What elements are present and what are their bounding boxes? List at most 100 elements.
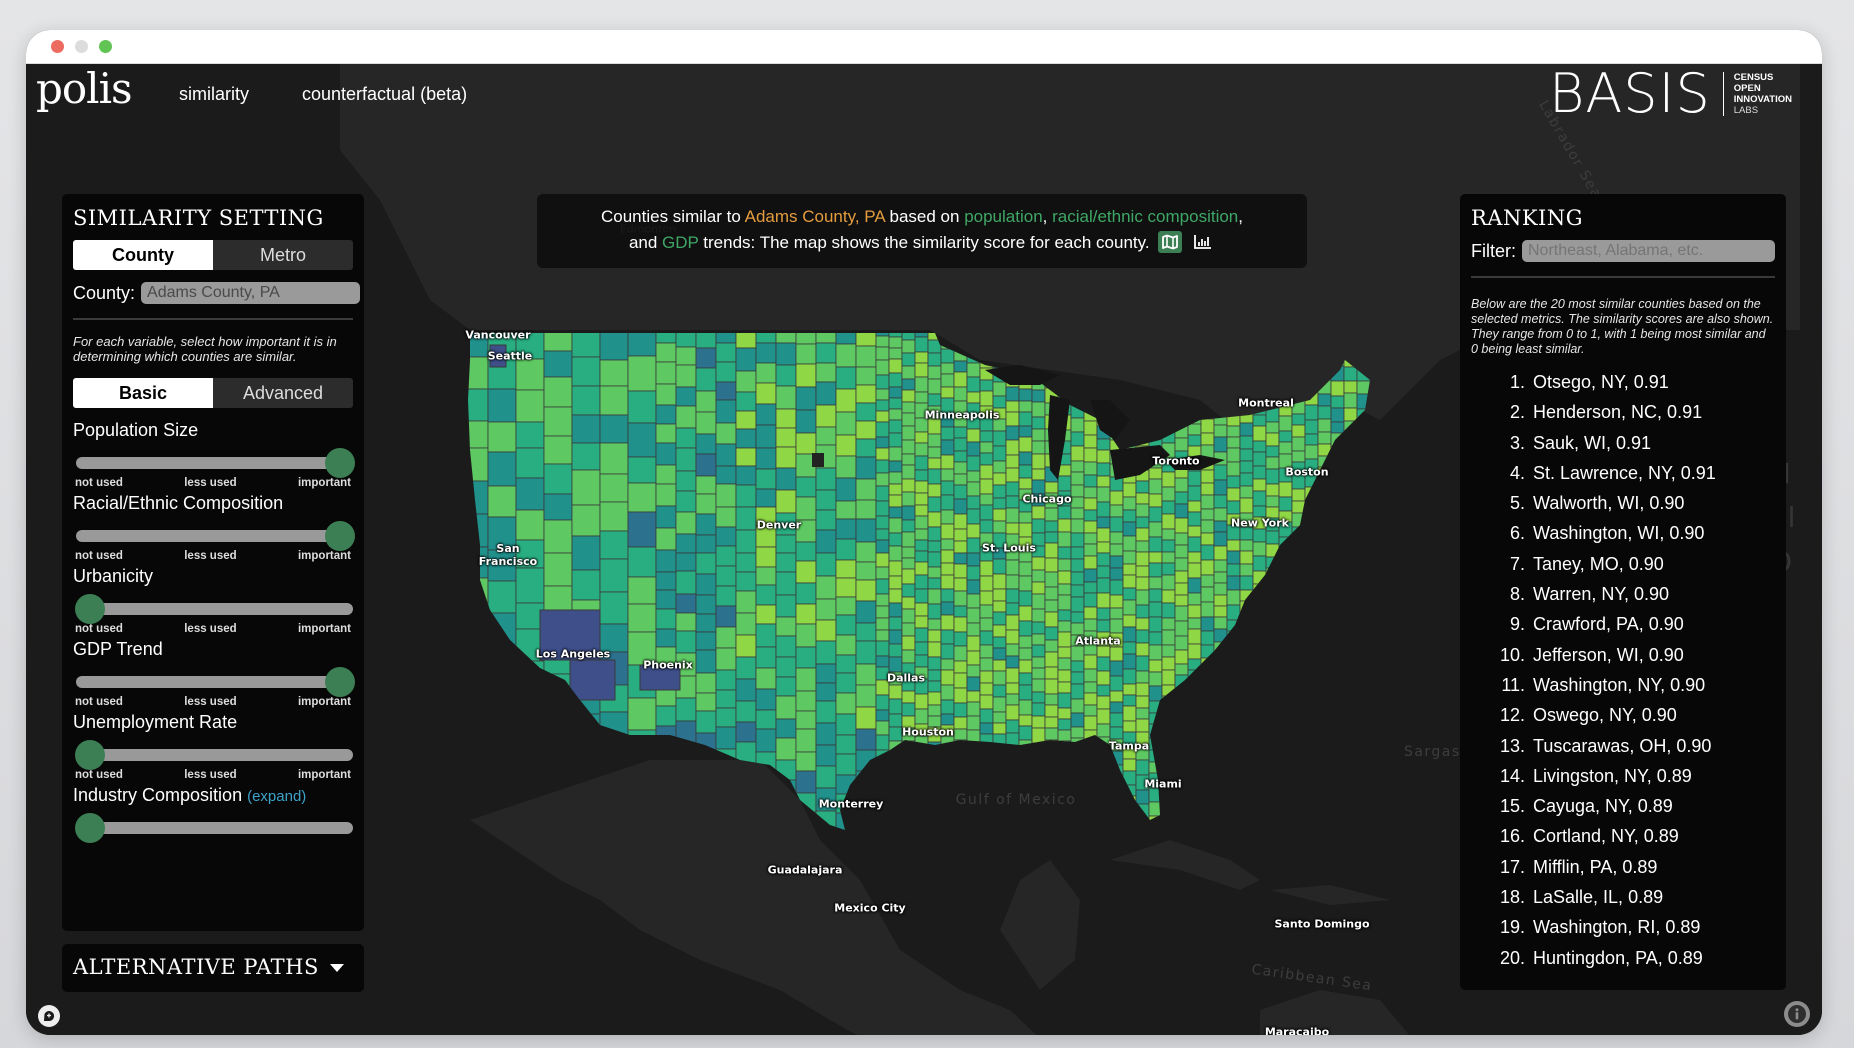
county-cell — [1148, 659, 1163, 673]
county-cell — [1330, 708, 1345, 725]
minimize-window-button[interactable] — [75, 40, 88, 53]
slider-track[interactable] — [76, 676, 353, 688]
filter-input[interactable] — [1522, 240, 1775, 262]
nav-counterfactual[interactable]: counterfactual (beta) — [302, 84, 467, 105]
map-view-button[interactable] — [1158, 230, 1183, 253]
county-cell — [1226, 681, 1241, 695]
ranking-item[interactable]: 15. Cayuga, NY, 0.89 — [1471, 791, 1775, 821]
metro-tab[interactable]: Metro — [213, 240, 353, 270]
ranking-item[interactable]: 3. Sauk, WI, 0.91 — [1471, 428, 1775, 458]
county-cell — [1161, 471, 1176, 488]
county-cell — [1044, 626, 1059, 641]
ranking-item[interactable]: 20. Huntingdon, PA, 0.89 — [1471, 943, 1775, 973]
feedback-button[interactable] — [38, 1005, 60, 1027]
ranking-item[interactable]: 10. Jefferson, WI, 0.90 — [1471, 640, 1775, 670]
ranking-item[interactable]: 16. Cortland, NY, 0.89 — [1471, 821, 1775, 851]
slider-tick-label: important — [297, 696, 351, 708]
city-label: Dallas — [886, 671, 926, 685]
ranking-item[interactable]: 8. Warren, NY, 0.90 — [1471, 579, 1775, 609]
county-cell — [1278, 639, 1293, 655]
ranking-item[interactable]: 6. Washington, WI, 0.90 — [1471, 518, 1775, 548]
county-cell — [599, 333, 629, 361]
county-cell — [571, 414, 601, 444]
polis-logo[interactable]: polis — [36, 64, 133, 113]
alternative-paths-panel[interactable]: ALTERNATIVE PATHS — [62, 944, 364, 992]
basis-logo[interactable]: BASIS CENSUS OPEN INNOVATION LABS — [1549, 64, 1792, 124]
county-cell — [1317, 597, 1332, 610]
county-cell — [1109, 567, 1124, 581]
ranking-item[interactable]: 14. Livingston, NY, 0.89 — [1471, 761, 1775, 791]
county-cell — [655, 549, 677, 573]
ranking-item[interactable]: 18. LaSalle, IL, 0.89 — [1471, 882, 1775, 912]
slider-thumb[interactable] — [325, 521, 355, 551]
county-cell — [1174, 503, 1189, 519]
county-cell — [1200, 814, 1215, 829]
county-cell — [775, 552, 797, 573]
county-cell — [1252, 804, 1267, 819]
ranking-item[interactable]: 4. St. Lawrence, NY, 0.91 — [1471, 458, 1775, 488]
maximize-window-button[interactable] — [99, 40, 112, 53]
ranking-item[interactable]: 1. Otsego, NY, 0.91 — [1471, 367, 1775, 397]
county-cell — [735, 465, 757, 486]
ranking-item[interactable]: 17. Mifflin, PA, 0.89 — [1471, 852, 1775, 882]
county-tab[interactable]: County — [73, 240, 213, 270]
county-cell — [1005, 400, 1020, 413]
county-cell — [515, 694, 545, 724]
advanced-tab[interactable]: Advanced — [213, 378, 353, 408]
county-cell — [1265, 468, 1280, 485]
caret-down-icon[interactable] — [329, 962, 345, 974]
county-input[interactable] — [141, 282, 361, 304]
county-cell — [1122, 784, 1137, 797]
close-window-button[interactable] — [51, 40, 64, 53]
slider-thumb[interactable] — [325, 667, 355, 697]
county-cell — [1135, 759, 1150, 776]
county-cell — [515, 722, 545, 759]
county-cell — [627, 422, 657, 458]
slider-thumb[interactable] — [75, 813, 105, 843]
ranking-item[interactable]: 13. Tuscarawas, OH, 0.90 — [1471, 731, 1775, 761]
basic-tab[interactable]: Basic — [73, 378, 213, 408]
alternative-paths-title[interactable]: ALTERNATIVE PATHS — [73, 955, 319, 979]
county-cell — [1161, 617, 1176, 631]
importance-slider[interactable] — [73, 739, 353, 770]
county-cell — [1304, 592, 1319, 607]
ranking-item[interactable]: 19. Washington, RI, 0.89 — [1471, 912, 1775, 942]
importance-slider[interactable] — [73, 666, 355, 697]
county-cell — [1109, 726, 1124, 740]
county-cell — [695, 732, 717, 752]
importance-slider[interactable] — [73, 593, 353, 624]
expand-link[interactable]: (expand) — [247, 788, 306, 805]
ranking-item[interactable]: 2. Henderson, NC, 0.91 — [1471, 397, 1775, 427]
ranking-item[interactable]: 5. Walworth, WI, 0.90 — [1471, 488, 1775, 518]
chart-view-button[interactable] — [1191, 231, 1215, 253]
slider-track[interactable] — [76, 457, 353, 469]
importance-slider[interactable] — [73, 520, 355, 551]
county-cell — [1330, 761, 1345, 778]
county-cell — [927, 511, 942, 528]
county-cell — [1239, 448, 1254, 462]
county-cell — [914, 455, 929, 471]
county-cell — [940, 768, 955, 785]
nav-similarity[interactable]: similarity — [179, 84, 249, 105]
county-cell — [1265, 803, 1280, 817]
ranking-item[interactable]: 9. Crawford, PA, 0.90 — [1471, 609, 1775, 639]
slider-thumb[interactable] — [325, 448, 355, 478]
importance-slider[interactable] — [73, 812, 353, 843]
ranking-item[interactable]: 11. Washington, NY, 0.90 — [1471, 670, 1775, 700]
importance-slider[interactable] — [73, 447, 355, 478]
county-cell — [979, 807, 994, 821]
slider-track[interactable] — [76, 822, 353, 834]
county-cell — [795, 541, 817, 562]
slider-track[interactable] — [76, 603, 353, 615]
geography-toggle: County Metro — [73, 240, 353, 270]
county-cell — [966, 664, 981, 678]
slider-thumb[interactable] — [75, 740, 105, 770]
slider-thumb[interactable] — [75, 594, 105, 624]
info-button[interactable] — [1784, 1001, 1810, 1027]
ranking-item[interactable]: 7. Taney, MO, 0.90 — [1471, 549, 1775, 579]
county-cell — [1187, 604, 1202, 619]
slider-track[interactable] — [76, 749, 353, 761]
ranking-item[interactable]: 12. Oswego, NY, 0.90 — [1471, 700, 1775, 730]
county-cell — [1057, 475, 1072, 492]
slider-track[interactable] — [76, 530, 353, 542]
